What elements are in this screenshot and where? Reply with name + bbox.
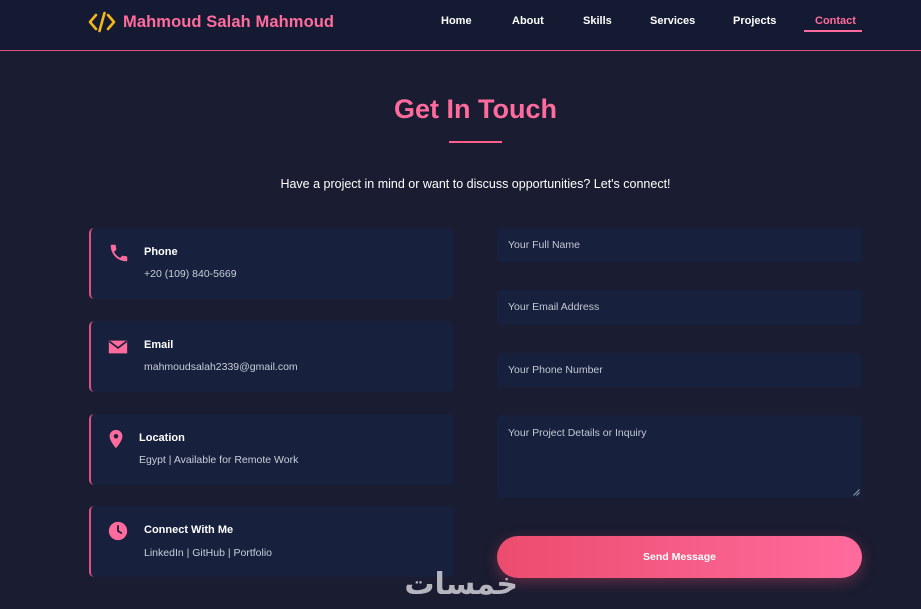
card-value: +20 (109) 840-5669 [144,268,237,280]
card-title: Phone [144,246,178,258]
main-nav: Home About Skills Services Projects Cont… [0,0,921,44]
send-message-button[interactable]: Send Message [497,536,862,578]
contact-card-phone: Phone +20 (109) 840-5669 [89,228,454,299]
email-placeholder: Your Email Address [508,301,600,313]
send-message-label: Send Message [643,551,716,563]
card-value[interactable]: LinkedIn | GitHub | Portfolio [144,547,272,559]
clock-icon [108,521,128,541]
name-placeholder: Your Full Name [508,239,580,251]
nav-services[interactable]: Services [650,15,695,27]
nav-active-indicator [804,30,862,32]
resize-handle-icon[interactable] [853,489,860,496]
email-input[interactable]: Your Email Address [497,290,862,325]
nav-skills[interactable]: Skills [583,15,612,27]
card-value: Egypt | Available for Remote Work [139,454,299,466]
nav-contact[interactable]: Contact [815,15,856,27]
section-title: Get In Touch [394,94,557,124]
card-title: Connect With Me [144,524,234,536]
card-title: Location [139,432,185,444]
envelope-icon [108,340,128,354]
location-pin-icon [109,429,123,449]
card-title: Email [144,339,174,351]
name-input[interactable]: Your Full Name [497,228,862,262]
message-textarea[interactable]: Your Project Details or Inquiry [497,415,862,498]
contact-card-social: Connect With Me LinkedIn | GitHub | Port… [89,506,454,577]
nav-projects[interactable]: Projects [733,15,776,27]
contact-card-location: Location Egypt | Available for Remote Wo… [89,414,454,485]
watermark-logo: خمسات [404,567,518,602]
section-subtitle: Have a project in mind or want to discus… [280,177,671,191]
nav-home[interactable]: Home [441,15,472,27]
phone-icon [110,244,128,262]
nav-about[interactable]: About [512,15,544,27]
card-value[interactable]: mahmoudsalah2339@gmail.com [144,361,298,373]
phone-input[interactable]: Your Phone Number [497,353,862,387]
contact-card-email: Email mahmoudsalah2339@gmail.com [89,321,454,392]
phone-placeholder: Your Phone Number [508,364,603,376]
message-placeholder: Your Project Details or Inquiry [508,427,647,439]
title-underline [449,141,502,143]
navbar: Mahmoud Salah Mahmoud Home About Skills … [0,0,921,51]
